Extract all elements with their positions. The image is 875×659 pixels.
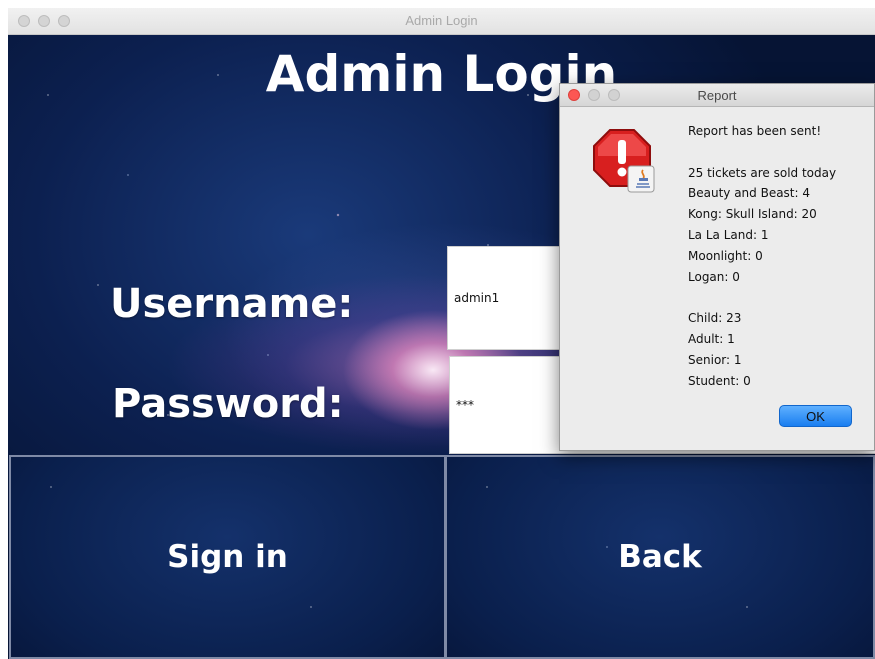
report-dialog: Report Report has been sent! 25 tickets … — [559, 83, 875, 451]
java-warning-icon — [593, 129, 655, 193]
report-line: Moonlight: 0 — [688, 248, 763, 263]
back-button[interactable]: Back — [445, 455, 875, 659]
report-message: Report has been sent! 25 tickets are sol… — [688, 121, 868, 391]
report-line: Adult: 1 — [688, 331, 735, 346]
report-line: Child: 23 — [688, 311, 742, 326]
report-line: Senior: 1 — [688, 352, 742, 367]
back-label: Back — [618, 539, 702, 575]
report-line: Logan: 0 — [688, 269, 740, 284]
window-titlebar[interactable]: Admin Login — [8, 8, 875, 35]
report-line: Student: 0 — [688, 373, 751, 388]
dialog-title: Report — [697, 88, 737, 103]
window-title: Admin Login — [405, 13, 478, 28]
password-label: Password: — [112, 381, 344, 427]
ok-button[interactable]: OK — [779, 405, 852, 427]
report-line: 25 tickets are sold today — [688, 165, 837, 180]
report-line: La La Land: 1 — [688, 227, 769, 242]
report-line — [688, 142, 868, 163]
username-label: Username: — [110, 281, 354, 327]
sign-in-button[interactable]: Sign in — [9, 455, 446, 659]
report-line: Kong: Skull Island: 20 — [688, 207, 817, 222]
sign-in-label: Sign in — [167, 539, 288, 575]
report-line — [688, 287, 868, 308]
report-line: Beauty and Beast: 4 — [688, 186, 811, 201]
report-line: Report has been sent! — [688, 124, 822, 138]
dialog-titlebar[interactable]: Report — [560, 84, 874, 107]
